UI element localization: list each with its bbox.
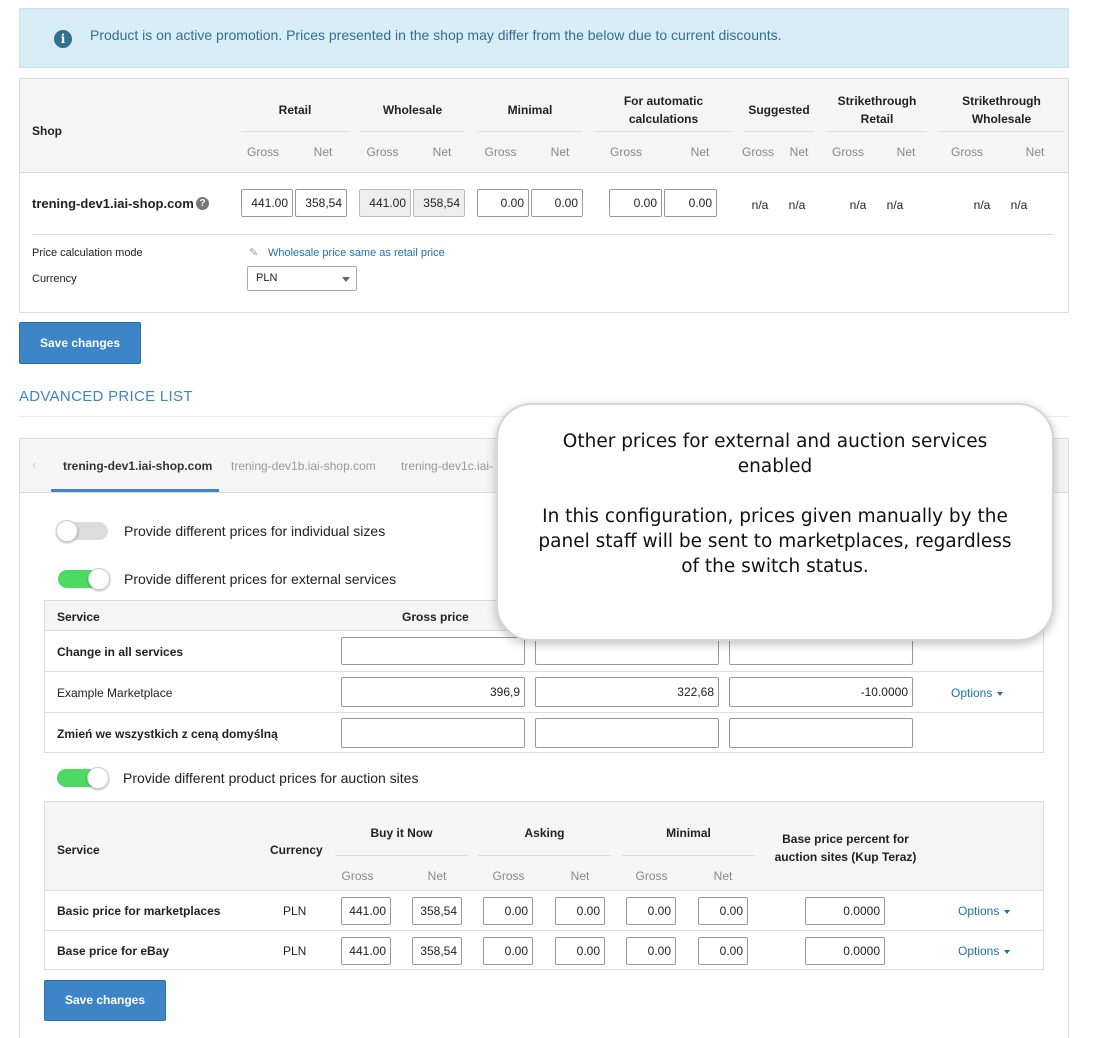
- currency-label: Currency: [32, 273, 77, 285]
- default-price-percent-input[interactable]: [729, 718, 913, 748]
- toggle-knob: [88, 568, 110, 590]
- col-auto-calc: For automatic calculations: [623, 94, 704, 126]
- strike-retail-gross: n/a: [849, 198, 867, 212]
- price-table-header: Shop Retail Gross Net Wholesale Gross Ne…: [20, 79, 1068, 173]
- calc-mode-link[interactable]: Wholesale price same as retail price: [268, 247, 445, 259]
- caret-down-icon: [1004, 909, 1011, 914]
- suggested-gross: n/a: [751, 198, 769, 212]
- save-changes-button-advanced[interactable]: Save changes: [44, 980, 166, 1021]
- advanced-price-list-title: ADVANCED PRICE LIST: [19, 388, 193, 405]
- col-buy-it-now: Buy it Now: [370, 826, 433, 840]
- minimal-gross-input[interactable]: 0.00: [626, 937, 676, 965]
- col-minimal: Minimal: [666, 826, 711, 840]
- external-toggle-label: Provide different prices for external se…: [124, 571, 397, 587]
- chevron-left-icon[interactable]: ‹: [32, 457, 36, 472]
- buy-net-input[interactable]: 358,54: [412, 937, 462, 965]
- marketplace-net-input[interactable]: 322,68: [535, 677, 719, 707]
- sizes-toggle[interactable]: [56, 520, 108, 542]
- all-services-net-input[interactable]: [535, 637, 719, 665]
- asking-gross-input[interactable]: 0.00: [483, 937, 533, 965]
- strike-wholesale-gross: n/a: [973, 198, 991, 212]
- caret-down-icon: [997, 691, 1004, 696]
- table-row: Example Marketplace 396,9 322,68 -10.000…: [45, 671, 1043, 712]
- buy-net-input[interactable]: 358,54: [412, 897, 462, 925]
- strike-wholesale-net: n/a: [1010, 198, 1028, 212]
- auto-gross-input[interactable]: 0.00: [609, 189, 662, 217]
- col-service: Service: [57, 843, 100, 857]
- all-services-percent-input[interactable]: [729, 637, 913, 665]
- minimal-net-input[interactable]: 0.00: [531, 189, 583, 217]
- wholesale-net-input: 358,54: [413, 189, 465, 217]
- external-toggle[interactable]: [58, 568, 110, 590]
- col-strike-retail: Strikethrough Retail: [837, 94, 917, 126]
- sizes-toggle-label: Provide different prices for individual …: [124, 523, 386, 539]
- chevron-down-icon: [342, 277, 350, 282]
- minimal-net-input[interactable]: 0.00: [698, 897, 748, 925]
- options-dropdown[interactable]: Options: [958, 944, 1011, 958]
- auction-toggle[interactable]: [57, 767, 109, 789]
- auto-net-input[interactable]: 0.00: [664, 189, 717, 217]
- base-percent-input[interactable]: 0.0000: [805, 897, 885, 925]
- currency-select[interactable]: PLN: [247, 266, 357, 291]
- tooltip-body: In this configuration, prices given manu…: [538, 506, 1012, 577]
- pencil-icon: ✎: [249, 247, 259, 259]
- col-currency: Currency: [270, 843, 323, 857]
- suggested-net: n/a: [788, 198, 806, 212]
- auction-toggle-label: Provide different product prices for auc…: [123, 770, 419, 786]
- tab-shop-2[interactable]: trening-dev1b.iai-shop.com: [231, 459, 376, 473]
- shop-name: trening-dev1.iai-shop.com: [32, 196, 194, 211]
- toggle-knob: [87, 767, 109, 789]
- col-wholesale: Wholesale: [382, 103, 443, 117]
- col-retail: Retail: [278, 103, 312, 117]
- col-gross-price: Gross price: [402, 610, 469, 624]
- minimal-net-input[interactable]: 0.00: [698, 937, 748, 965]
- table-row: Base price for eBay PLN 441.00 358,54 0.…: [45, 930, 1043, 970]
- col-minimal: Minimal: [507, 103, 553, 117]
- col-shop: Shop: [32, 124, 62, 138]
- default-price-net-input[interactable]: [535, 718, 719, 748]
- tooltip-title: Other prices for external and auction se…: [562, 431, 988, 477]
- marketplace-percent-input[interactable]: -10.0000: [729, 677, 913, 707]
- col-suggested: Suggested: [748, 103, 810, 117]
- base-percent-input[interactable]: 0.0000: [805, 937, 885, 965]
- table-row: Basic price for marketplaces PLN 441.00 …: [45, 890, 1043, 930]
- retail-gross-input[interactable]: 441.00: [241, 189, 293, 217]
- wholesale-gross-input: 441.00: [359, 189, 411, 217]
- buy-gross-input[interactable]: 441.00: [341, 937, 391, 965]
- options-dropdown[interactable]: Options: [958, 904, 1011, 918]
- retail-net-input[interactable]: 358,54: [295, 189, 347, 217]
- buy-gross-input[interactable]: 441.00: [341, 897, 391, 925]
- price-table: Shop Retail Gross Net Wholesale Gross Ne…: [19, 78, 1069, 313]
- calc-mode-label: Price calculation mode: [32, 247, 143, 259]
- save-changes-button[interactable]: Save changes: [19, 322, 141, 364]
- promotion-alert: i Product is on active promotion. Prices…: [19, 8, 1069, 68]
- info-tooltip: Other prices for external and auction se…: [496, 403, 1054, 641]
- asking-net-input[interactable]: 0.00: [555, 897, 605, 925]
- promotion-text: Product is on active promotion. Prices p…: [90, 27, 782, 43]
- caret-down-icon: [1004, 949, 1011, 954]
- active-tab-indicator: [51, 489, 219, 492]
- all-services-gross-input[interactable]: [341, 637, 525, 665]
- strike-retail-net: n/a: [886, 198, 904, 212]
- default-price-gross-input[interactable]: [341, 718, 525, 748]
- col-asking: Asking: [524, 826, 565, 840]
- options-dropdown[interactable]: Options: [951, 686, 1004, 700]
- help-icon[interactable]: ?: [196, 197, 209, 210]
- col-base-price-percent: Base price percent for auction sites (Ku…: [774, 832, 917, 864]
- minimal-gross-input[interactable]: 0.00: [477, 189, 529, 217]
- table-row: Zmień we wszystkich z ceną domyślną: [45, 712, 1043, 753]
- tab-shop-3[interactable]: trening-dev1c.iai-: [401, 459, 493, 473]
- tab-shop-1[interactable]: trening-dev1.iai-shop.com: [63, 459, 212, 473]
- col-service: Service: [57, 610, 100, 624]
- col-strike-wholesale: Strikethrough Wholesale: [962, 94, 1041, 126]
- auction-table: Service Currency Buy it Now Gross Net As…: [44, 801, 1044, 970]
- toggle-knob: [56, 520, 78, 542]
- marketplace-gross-input[interactable]: 396,9: [341, 677, 525, 707]
- asking-net-input[interactable]: 0.00: [555, 937, 605, 965]
- minimal-gross-input[interactable]: 0.00: [626, 897, 676, 925]
- info-icon: i: [54, 30, 72, 48]
- asking-gross-input[interactable]: 0.00: [483, 897, 533, 925]
